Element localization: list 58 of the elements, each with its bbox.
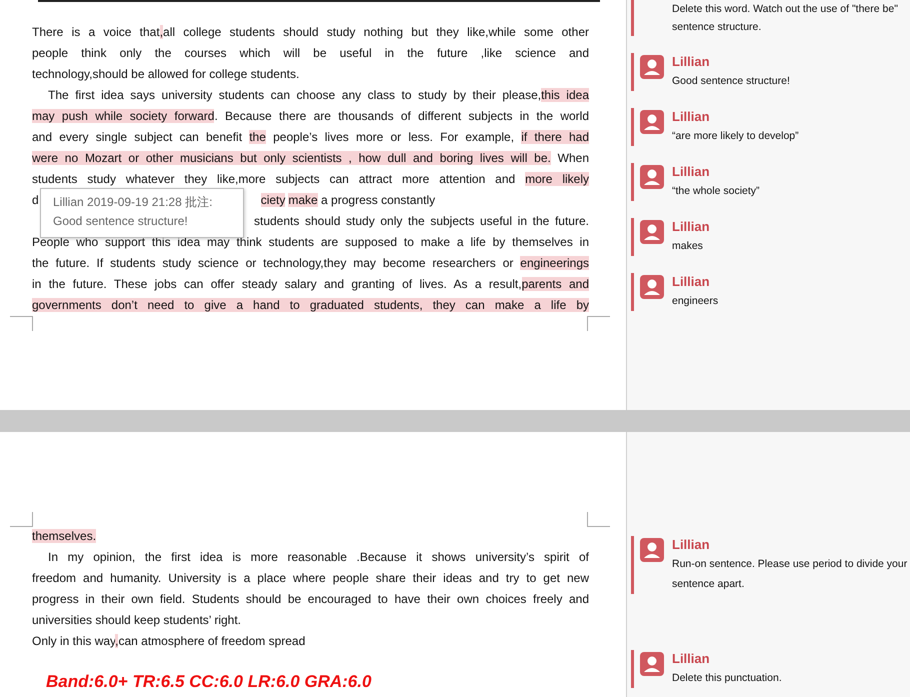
comment-card[interactable]: Lillian “are more likely to develop”	[631, 108, 910, 146]
text-line: universities should keep students’ right.	[32, 612, 242, 629]
comment-text: “are more likely to develop”	[672, 129, 799, 144]
comment-card[interactable]: Lillian “the whole society”	[631, 163, 910, 201]
comment-card[interactable]: Lillian Run-on sentence. Please use period to divide your sentence apart.	[631, 536, 910, 594]
text-line: freedom and humanity. University is a place where people share their ideas and try to get new	[32, 570, 589, 587]
text-fragment: d	[32, 193, 39, 207]
comment-card[interactable]: Lillian engineers	[631, 273, 910, 311]
comment-text: Good sentence structure!	[672, 74, 790, 89]
text-fragment: a progress constantly	[320, 193, 436, 207]
comment-text: makes	[672, 239, 704, 254]
text-line: progress in their own field. Students should be encouraged to have their own choices freely and	[32, 591, 589, 608]
tooltip-header: Lillian 2019-09-19 21:28 批注:	[53, 194, 214, 211]
comment-author: Lillian	[672, 163, 711, 181]
crop-mark	[10, 512, 33, 527]
text-line: Only in this way,can atmosphere of freedom spread	[32, 633, 306, 650]
comment-card[interactable]: Delete this word. Watch out the use of "there be" sentence structure.	[631, 0, 910, 36]
comment-text: Run-on sentence. Please use period to divide your sentence apart.	[672, 557, 908, 592]
text-line: the future. If students study science or technology,they may become researchers or engineerings	[32, 255, 589, 272]
crop-mark	[10, 316, 33, 331]
score-text: Band:6.0+ TR:6.5 CC:6.0 LR:6.0 GRA:6.0	[46, 672, 372, 692]
text-line: students study whatever they like,more subjects can attract more attention and more likely	[32, 171, 589, 188]
text-line: and every single subject can benefit the people’s lives more or less. For example, if there had	[32, 129, 589, 146]
text-line: people think only the courses which will be useful in the future ,like science and	[32, 45, 589, 62]
text-line: may push while society forward. Because there are thousands of different subjects in the world	[32, 108, 589, 125]
crop-mark	[587, 512, 610, 527]
text-fragment: make	[288, 193, 318, 207]
tooltip-text: Good sentence structure!	[53, 213, 189, 230]
user-avatar-icon	[640, 55, 664, 79]
comment-author: Lillian	[672, 218, 710, 236]
text-line: In my opinion, the first idea is more reasonable .Because it shows university’s spirit of	[47, 549, 589, 566]
comment-text: engineers	[672, 294, 718, 309]
comment-card[interactable]: Lillian Delete this punctuation.	[631, 650, 910, 688]
text-line: There is a voice that,all college students should study nothing but they like,while some other	[32, 24, 589, 41]
comment-card[interactable]: Lillian makes	[631, 218, 910, 256]
user-avatar-icon	[640, 220, 664, 244]
comment-text: “the whole society”	[672, 184, 760, 199]
user-avatar-icon	[640, 165, 664, 189]
user-avatar-icon	[640, 275, 664, 299]
text-line: were no Mozart or other musicians but only scientists , how dull and boring lives will be. When	[32, 150, 589, 167]
comment-author: Lillian	[672, 536, 711, 554]
comment-text: Delete this punctuation.	[672, 671, 782, 686]
text-line: technology,should be allowed for college students.	[32, 66, 300, 83]
comment-text: Delete this word. Watch out the use of "there be" sentence structure.	[671, 2, 899, 35]
text-line: in the future. These jobs can offer steady salary and granting of lives. As a result,parents and	[32, 276, 589, 293]
comment-author: Lillian	[672, 108, 711, 126]
crop-mark	[587, 316, 610, 331]
text-fragment: students should study only the subjects useful in the future.	[254, 214, 589, 228]
text-fragment: ciety	[260, 193, 286, 207]
comment-card[interactable]: Lillian Good sentence structure!	[631, 53, 910, 91]
comment-author: Lillian	[672, 273, 711, 291]
comment-author: Lillian	[672, 650, 711, 668]
text-line: The first idea says university students can choose any class to study by their please,this idea	[47, 87, 589, 104]
text-line: People who support this idea may think students are supposed to make a life by themselves in	[32, 234, 589, 251]
user-avatar-icon	[640, 652, 664, 676]
user-avatar-icon	[640, 538, 664, 562]
comment-author: Lillian	[672, 53, 711, 71]
user-avatar-icon	[640, 110, 664, 134]
